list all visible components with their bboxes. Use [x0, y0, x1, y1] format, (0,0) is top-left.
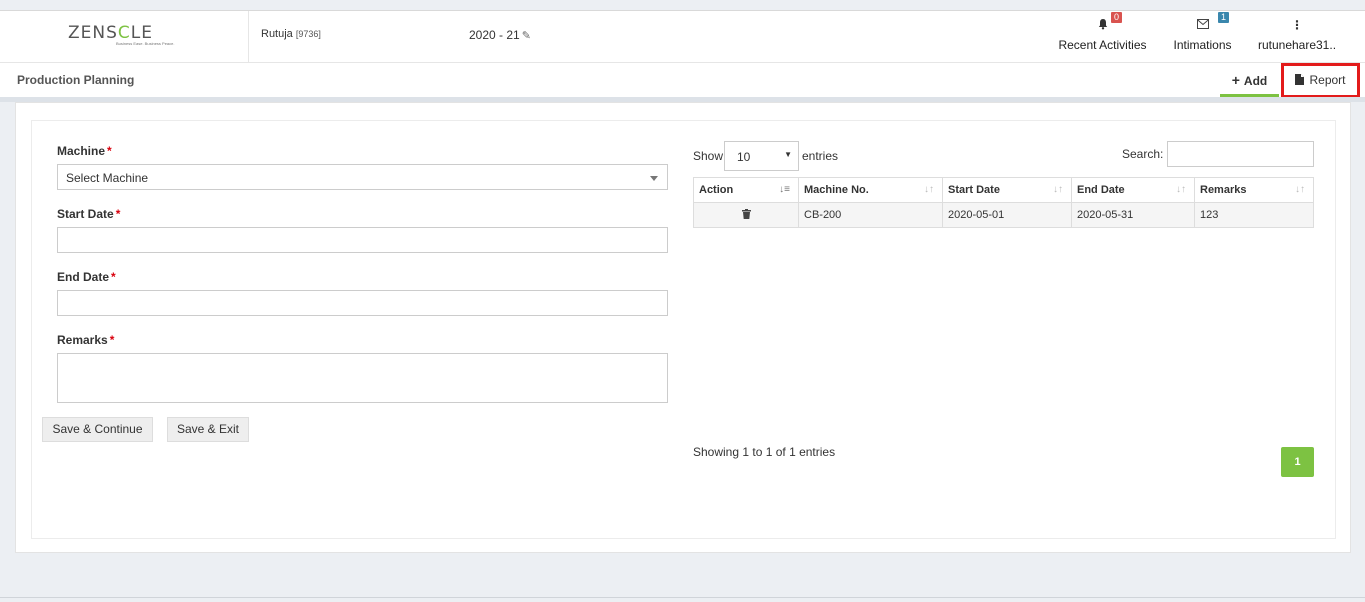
plus-icon: +: [1231, 72, 1240, 88]
sort-icon: ↓↑: [1176, 184, 1186, 195]
show-label: Show: [693, 149, 724, 163]
machine-label: Machine *: [57, 144, 112, 158]
row-machine-no: CB-200: [798, 202, 943, 228]
sort-icon: ↓↑: [1295, 184, 1305, 195]
content-panel: Machine * Select Machine Start Date * End …: [31, 120, 1336, 539]
document-icon: [1295, 74, 1305, 88]
row-remarks: 123: [1194, 202, 1314, 228]
table-info: Showing 1 to 1 of 1 entries: [693, 445, 836, 459]
page-length-value: 10: [737, 150, 751, 164]
chevron-down-icon: [650, 176, 658, 181]
add-tab[interactable]: + Add: [1220, 63, 1279, 97]
column-header-action[interactable]: Action ↓≡: [693, 177, 799, 203]
table-header-row: Action ↓≡ Machine No. ↓↑ Start Date ↓↑ End …: [693, 177, 1314, 203]
search-input[interactable]: [1167, 141, 1314, 167]
intimations-badge: 1: [1218, 12, 1230, 23]
footer-divider: [0, 597, 1365, 598]
save-continue-button[interactable]: Save & Continue: [42, 417, 153, 442]
machine-select-value: Select Machine: [66, 171, 149, 185]
sort-icon: ↓↑: [1053, 184, 1063, 195]
entries-label: entries: [802, 149, 839, 163]
page-1-button[interactable]: 1: [1281, 447, 1314, 477]
row-action-cell: [693, 202, 799, 228]
machine-select[interactable]: Select Machine: [57, 164, 668, 190]
edit-icon[interactable]: ✎: [522, 30, 531, 42]
logo-area[interactable]: ZENSCLE Business Ease. Business Peace.: [0, 11, 249, 62]
intimations-button[interactable]: 1 Intimations: [1165, 11, 1240, 62]
recent-activities-badge: 0: [1111, 12, 1123, 23]
row-end-date: 2020-05-31: [1071, 202, 1195, 228]
page-length-select[interactable]: 10 ▼: [724, 141, 799, 171]
column-header-end-date[interactable]: End Date ↓↑: [1071, 177, 1195, 203]
start-date-input[interactable]: [57, 227, 668, 253]
sort-asc-icon: ↓≡: [779, 184, 790, 195]
row-start-date: 2020-05-01: [942, 202, 1072, 228]
recent-activities-label: Recent Activities: [1058, 38, 1147, 52]
app-header: ZENSCLE Business Ease. Business Peace. R…: [0, 11, 1365, 63]
kebab-menu-icon: ⋮: [1291, 18, 1303, 32]
column-header-start-date[interactable]: Start Date ↓↑: [942, 177, 1072, 203]
search-label: Search:: [1122, 147, 1164, 161]
add-tab-label: Add: [1243, 74, 1268, 88]
remarks-textarea[interactable]: [57, 353, 668, 403]
account-menu-button[interactable]: ⋮ rutunehare31..: [1252, 11, 1342, 62]
user-id: [9736]: [295, 29, 321, 39]
save-exit-button[interactable]: Save & Exit: [167, 417, 249, 442]
logo-tagline: Business Ease. Business Peace.: [116, 41, 175, 46]
intimations-label: Intimations: [1173, 38, 1232, 52]
recent-activities-button[interactable]: 0 Recent Activities: [1055, 11, 1150, 62]
page-toolbar: Production Planning + Add Report: [0, 63, 1365, 98]
financial-year[interactable]: 2020 - 21 ✎: [469, 28, 531, 42]
caret-down-icon: ▼: [784, 150, 792, 159]
remarks-label: Remarks *: [57, 333, 115, 347]
sort-icon: ↓↑: [924, 184, 934, 195]
account-username: rutunehare31..: [1257, 38, 1337, 52]
end-date-label: End Date *: [57, 270, 116, 284]
report-tab[interactable]: Report: [1281, 63, 1360, 98]
current-user: Rutuja [9736]: [261, 28, 321, 40]
bell-icon: [1055, 18, 1150, 33]
column-header-remarks[interactable]: Remarks ↓↑: [1194, 177, 1314, 203]
start-date-label: Start Date *: [57, 207, 121, 221]
table-row: CB-200 2020-05-01 2020-05-31 123: [693, 202, 1314, 228]
content-card: Machine * Select Machine Start Date * End …: [15, 102, 1351, 553]
page-title: Production Planning: [17, 73, 135, 87]
report-tab-label: Report: [1309, 73, 1346, 87]
end-date-input[interactable]: [57, 290, 668, 316]
zenscale-logo[interactable]: ZENSCLE: [68, 23, 153, 43]
column-header-machine-no[interactable]: Machine No. ↓↑: [798, 177, 943, 203]
trash-icon[interactable]: [741, 208, 751, 222]
planning-table: Action ↓≡ Machine No. ↓↑ Start Date ↓↑ End …: [693, 177, 1314, 228]
